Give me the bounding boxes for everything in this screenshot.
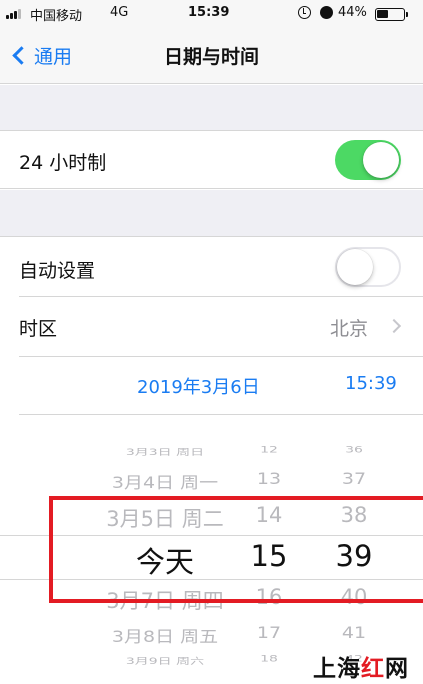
watermark: 上海红网	[313, 649, 409, 683]
timezone-value: 北京	[330, 318, 369, 340]
hour24-label: 24 小时制	[19, 152, 107, 174]
timezone-row[interactable]: 时区 北京	[0, 297, 423, 356]
page-title: 日期与时间	[163, 46, 259, 68]
signal-strength-icon	[6, 9, 24, 19]
alarm-icon	[320, 6, 333, 19]
toggle-knob	[337, 249, 373, 285]
row-divider	[19, 414, 423, 415]
picker-date-item[interactable]: 3月3日 周日	[126, 446, 204, 458]
battery-fill	[377, 10, 389, 18]
watermark-suffix: 网	[385, 656, 409, 682]
navigation-bar: 通用 日期与时间	[0, 28, 423, 84]
hour24-toggle[interactable]	[335, 140, 401, 180]
picker-minute-item[interactable]: 41	[342, 624, 366, 643]
watermark-red: 红	[361, 656, 385, 682]
watermark-prefix: 上海	[313, 656, 361, 682]
highlight-box	[49, 496, 423, 603]
toggle-knob	[363, 142, 399, 178]
hour24-row: 24 小时制	[0, 130, 423, 189]
battery-percent: 44%	[338, 5, 367, 20]
battery-cap	[406, 12, 408, 17]
rotation-lock-icon	[298, 6, 311, 19]
timezone-label: 时区	[19, 318, 58, 340]
selected-date[interactable]: 2019年3月6日	[137, 373, 260, 399]
picker-hour-item[interactable]: 18	[260, 655, 278, 665]
picker-minute-item[interactable]: 37	[342, 470, 366, 489]
status-bar: 中国移动 4G 15:39 44%	[0, 0, 423, 28]
section-gap	[0, 85, 423, 130]
auto-set-row: 自动设置	[0, 236, 423, 296]
selected-time[interactable]: 15:39	[345, 373, 397, 394]
status-time: 15:39	[188, 5, 230, 20]
picker-minute-item[interactable]: 36	[345, 446, 363, 456]
section-gap	[0, 190, 423, 236]
datetime-row: 2019年3月6日 15:39	[0, 357, 423, 415]
battery-icon	[375, 8, 405, 21]
picker-hour-item[interactable]: 12	[260, 446, 278, 456]
auto-set-toggle[interactable]	[335, 247, 401, 287]
network-type: 4G	[110, 5, 129, 20]
carrier-name: 中国移动	[30, 9, 83, 24]
picker-hour-item[interactable]: 17	[257, 624, 281, 643]
picker-date-item[interactable]: 3月9日 周六	[126, 655, 204, 667]
picker-hour-item[interactable]: 13	[257, 470, 281, 489]
picker-date-item[interactable]: 3月4日 周一	[112, 470, 218, 493]
picker-date-item[interactable]: 3月8日 周五	[112, 624, 218, 647]
chevron-right-icon	[386, 318, 402, 334]
auto-set-label: 自动设置	[19, 260, 96, 282]
